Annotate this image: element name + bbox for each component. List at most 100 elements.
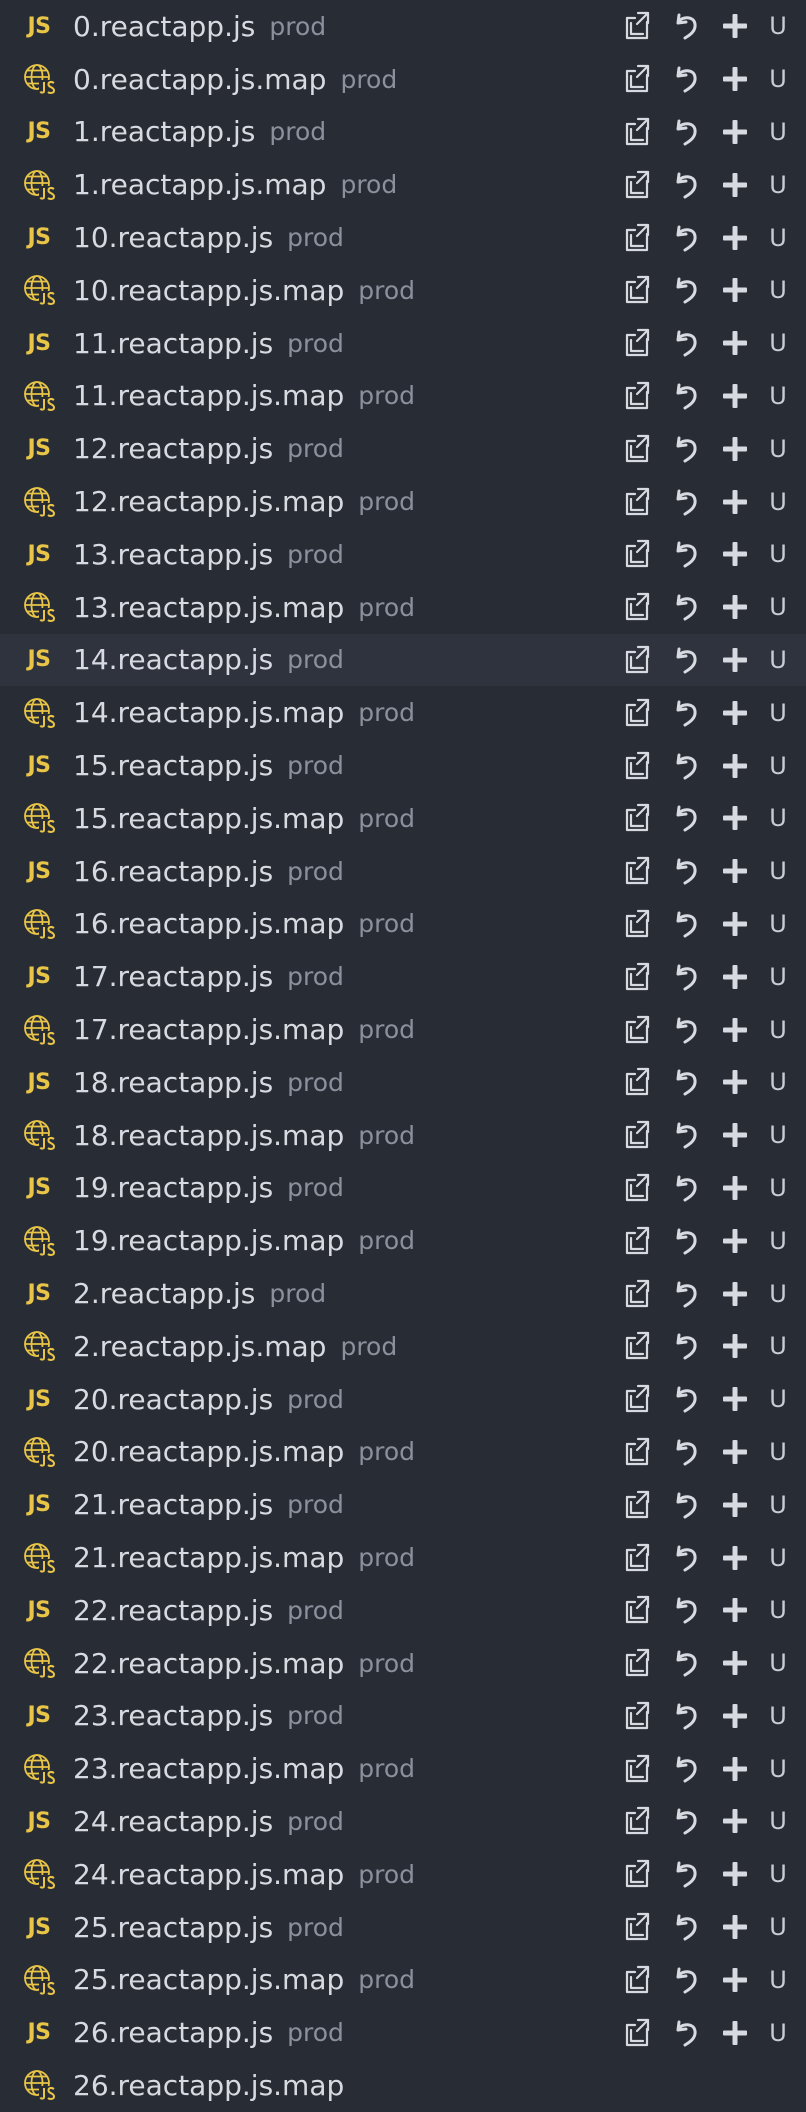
file-change-row[interactable]: 16.reactapp.js.map prod U bbox=[0, 898, 806, 951]
file-change-row[interactable]: JS 1.reactapp.js prod U bbox=[0, 106, 806, 159]
discard-changes-icon[interactable] bbox=[668, 536, 704, 572]
discard-changes-icon[interactable] bbox=[668, 959, 704, 995]
file-change-row[interactable]: 12.reactapp.js.map prod U bbox=[0, 475, 806, 528]
file-change-row[interactable]: 11.reactapp.js.map prod U bbox=[0, 370, 806, 423]
stage-changes-icon[interactable] bbox=[717, 1751, 753, 1787]
stage-changes-icon[interactable] bbox=[717, 114, 753, 150]
discard-changes-icon[interactable] bbox=[668, 1434, 704, 1470]
discard-changes-icon[interactable] bbox=[668, 1856, 704, 1892]
open-file-icon[interactable] bbox=[619, 1434, 655, 1470]
file-change-row[interactable]: JS 25.reactapp.js prod U bbox=[0, 1901, 806, 1954]
open-file-icon[interactable] bbox=[619, 589, 655, 625]
open-file-icon[interactable] bbox=[619, 1592, 655, 1628]
stage-changes-icon[interactable] bbox=[717, 431, 753, 467]
discard-changes-icon[interactable] bbox=[668, 325, 704, 361]
file-change-row[interactable]: JS 0.reactapp.js prod U bbox=[0, 0, 806, 53]
discard-changes-icon[interactable] bbox=[668, 589, 704, 625]
open-file-icon[interactable] bbox=[619, 8, 655, 44]
discard-changes-icon[interactable] bbox=[668, 484, 704, 520]
stage-changes-icon[interactable] bbox=[717, 1909, 753, 1945]
file-change-row[interactable]: 18.reactapp.js.map prod U bbox=[0, 1109, 806, 1162]
open-file-icon[interactable] bbox=[619, 325, 655, 361]
stage-changes-icon[interactable] bbox=[717, 1645, 753, 1681]
file-change-row[interactable]: JS 10.reactapp.js prod U bbox=[0, 211, 806, 264]
file-change-row[interactable]: 10.reactapp.js.map prod U bbox=[0, 264, 806, 317]
stage-changes-icon[interactable] bbox=[717, 1117, 753, 1153]
open-file-icon[interactable] bbox=[619, 61, 655, 97]
stage-changes-icon[interactable] bbox=[717, 2015, 753, 2051]
discard-changes-icon[interactable] bbox=[668, 1381, 704, 1417]
file-change-row[interactable]: 0.reactapp.js.map prod U bbox=[0, 53, 806, 106]
discard-changes-icon[interactable] bbox=[668, 167, 704, 203]
stage-changes-icon[interactable] bbox=[717, 1698, 753, 1734]
stage-changes-icon[interactable] bbox=[717, 1540, 753, 1576]
stage-changes-icon[interactable] bbox=[717, 906, 753, 942]
stage-changes-icon[interactable] bbox=[717, 1381, 753, 1417]
file-change-row[interactable]: 25.reactapp.js.map prod U bbox=[0, 1953, 806, 2006]
stage-changes-icon[interactable] bbox=[717, 61, 753, 97]
open-file-icon[interactable] bbox=[619, 1856, 655, 1892]
discard-changes-icon[interactable] bbox=[668, 1803, 704, 1839]
open-file-icon[interactable] bbox=[619, 1117, 655, 1153]
open-file-icon[interactable] bbox=[619, 1012, 655, 1048]
open-file-icon[interactable] bbox=[619, 906, 655, 942]
stage-changes-icon[interactable] bbox=[717, 589, 753, 625]
stage-changes-icon[interactable] bbox=[717, 325, 753, 361]
file-change-row[interactable]: JS 13.reactapp.js prod U bbox=[0, 528, 806, 581]
open-file-icon[interactable] bbox=[619, 1328, 655, 1364]
open-file-icon[interactable] bbox=[619, 220, 655, 256]
discard-changes-icon[interactable] bbox=[668, 1276, 704, 1312]
discard-changes-icon[interactable] bbox=[668, 1487, 704, 1523]
open-file-icon[interactable] bbox=[619, 1276, 655, 1312]
file-change-row[interactable]: JS 22.reactapp.js prod U bbox=[0, 1584, 806, 1637]
discard-changes-icon[interactable] bbox=[668, 1645, 704, 1681]
open-file-icon[interactable] bbox=[619, 484, 655, 520]
stage-changes-icon[interactable] bbox=[717, 748, 753, 784]
stage-changes-icon[interactable] bbox=[717, 1170, 753, 1206]
discard-changes-icon[interactable] bbox=[668, 1751, 704, 1787]
discard-changes-icon[interactable] bbox=[668, 695, 704, 731]
discard-changes-icon[interactable] bbox=[668, 1064, 704, 1100]
file-change-row[interactable]: 1.reactapp.js.map prod U bbox=[0, 158, 806, 211]
open-file-icon[interactable] bbox=[619, 1487, 655, 1523]
discard-changes-icon[interactable] bbox=[668, 1328, 704, 1364]
file-change-row[interactable]: 19.reactapp.js.map prod U bbox=[0, 1214, 806, 1267]
file-change-row[interactable]: 23.reactapp.js.map prod U bbox=[0, 1742, 806, 1795]
open-file-icon[interactable] bbox=[619, 1962, 655, 1998]
stage-changes-icon[interactable] bbox=[717, 167, 753, 203]
discard-changes-icon[interactable] bbox=[668, 61, 704, 97]
file-change-row[interactable]: JS 11.reactapp.js prod U bbox=[0, 317, 806, 370]
stage-changes-icon[interactable] bbox=[717, 1487, 753, 1523]
file-change-row[interactable]: JS 15.reactapp.js prod U bbox=[0, 739, 806, 792]
open-file-icon[interactable] bbox=[619, 2015, 655, 2051]
stage-changes-icon[interactable] bbox=[717, 853, 753, 889]
file-change-row[interactable]: JS 24.reactapp.js prod U bbox=[0, 1795, 806, 1848]
open-file-icon[interactable] bbox=[619, 272, 655, 308]
stage-changes-icon[interactable] bbox=[717, 1962, 753, 1998]
discard-changes-icon[interactable] bbox=[668, 748, 704, 784]
stage-changes-icon[interactable] bbox=[717, 484, 753, 520]
stage-changes-icon[interactable] bbox=[717, 695, 753, 731]
open-file-icon[interactable] bbox=[619, 959, 655, 995]
file-change-row[interactable]: 26.reactapp.js.map bbox=[0, 2059, 806, 2112]
discard-changes-icon[interactable] bbox=[668, 1698, 704, 1734]
file-change-row[interactable]: 20.reactapp.js.map prod U bbox=[0, 1426, 806, 1479]
discard-changes-icon[interactable] bbox=[668, 1909, 704, 1945]
file-change-row[interactable]: JS 26.reactapp.js prod U bbox=[0, 2006, 806, 2059]
file-change-row[interactable]: JS 21.reactapp.js prod U bbox=[0, 1478, 806, 1531]
file-change-row[interactable]: 24.reactapp.js.map prod U bbox=[0, 1848, 806, 1901]
file-change-row[interactable]: 21.reactapp.js.map prod U bbox=[0, 1531, 806, 1584]
open-file-icon[interactable] bbox=[619, 1909, 655, 1945]
stage-changes-icon[interactable] bbox=[717, 220, 753, 256]
discard-changes-icon[interactable] bbox=[668, 220, 704, 256]
discard-changes-icon[interactable] bbox=[668, 431, 704, 467]
open-file-icon[interactable] bbox=[619, 114, 655, 150]
discard-changes-icon[interactable] bbox=[668, 8, 704, 44]
stage-changes-icon[interactable] bbox=[717, 1012, 753, 1048]
open-file-icon[interactable] bbox=[619, 1803, 655, 1839]
stage-changes-icon[interactable] bbox=[717, 536, 753, 572]
stage-changes-icon[interactable] bbox=[717, 959, 753, 995]
discard-changes-icon[interactable] bbox=[668, 1592, 704, 1628]
open-file-icon[interactable] bbox=[619, 853, 655, 889]
stage-changes-icon[interactable] bbox=[717, 272, 753, 308]
